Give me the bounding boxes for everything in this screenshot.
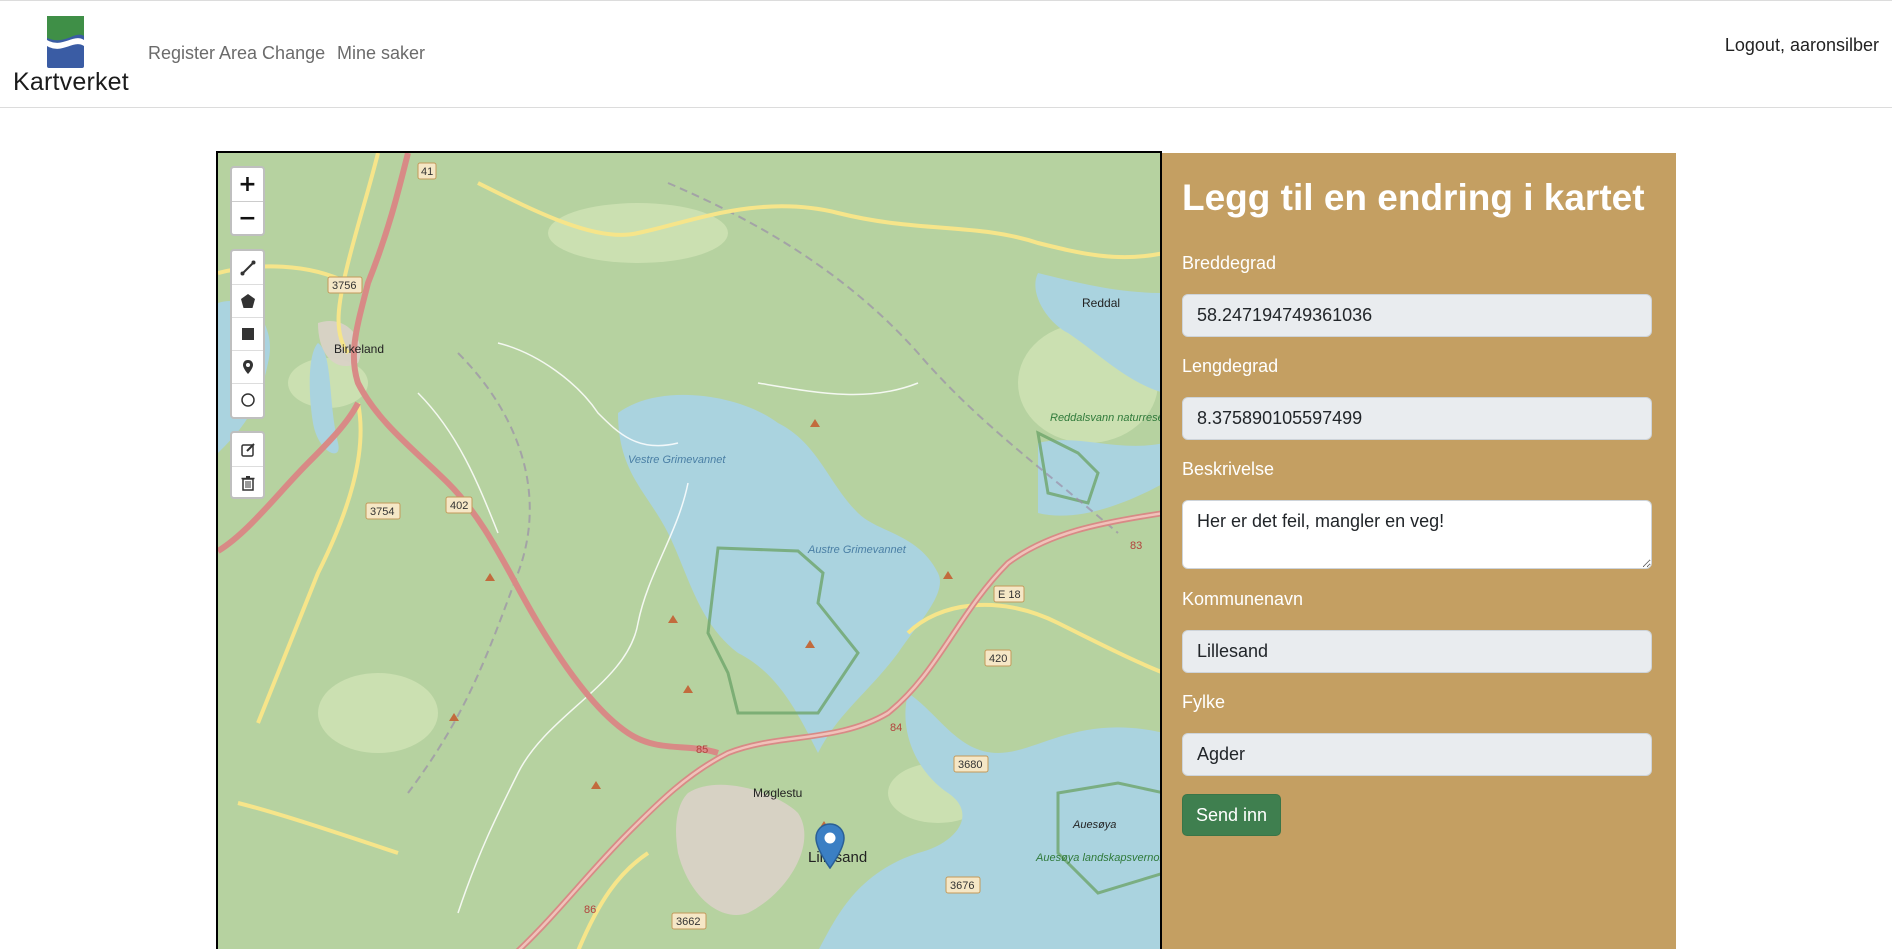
lake-vestre-grimevannet: Vestre Grimevannet [628, 454, 726, 466]
draw-circle-button[interactable] [232, 383, 263, 416]
municipality-label: Kommunenavn [1182, 589, 1304, 609]
road-shield-402: 402 [445, 496, 473, 514]
county-label: Fylke [1182, 692, 1226, 712]
longitude-input[interactable] [1182, 397, 1652, 440]
rectangle-icon [241, 328, 254, 340]
edit-icon [240, 442, 255, 457]
svg-text:3680: 3680 [958, 759, 982, 771]
svg-text:E 18: E 18 [998, 589, 1021, 601]
nav-link-register-area-change[interactable]: Register Area Change [148, 43, 325, 64]
submit-button[interactable]: Send inn [1182, 794, 1281, 836]
svg-text:3756: 3756 [332, 280, 356, 292]
marker-icon [242, 360, 253, 374]
edit-toolbar [230, 431, 265, 499]
road-shield-3676: 3676 [945, 876, 981, 894]
place-auesoya: Auesøya [1072, 819, 1116, 831]
change-form-panel: Legg til en endring i kartet Breddegrad … [1162, 153, 1676, 949]
form-title: Legg til en endring i kartet [1182, 177, 1645, 218]
zoom-control: + − [230, 166, 265, 236]
lake-austre-grimevannet: Austre Grimevannet [807, 544, 907, 556]
edit-layers-button[interactable] [232, 433, 263, 466]
polyline-icon [240, 260, 255, 275]
latitude-label: Breddegrad [1182, 253, 1277, 273]
delete-layers-button[interactable] [232, 466, 263, 499]
road-number-83: 83 [1130, 540, 1142, 552]
top-navbar: Kartverket Register Area Change Mine sak… [0, 0, 1892, 108]
road-shield-3756: 3756 [327, 276, 363, 294]
road-number-86: 86 [584, 904, 596, 916]
brand-link[interactable]: Kartverket [13, 16, 129, 96]
draw-rectangle-button[interactable] [232, 317, 263, 350]
description-textarea[interactable]: Her er det feil, mangler en veg! [1182, 500, 1652, 569]
reserve-reddalsvann: Reddalsvann naturreservat [1050, 412, 1162, 424]
county-input[interactable] [1182, 733, 1652, 776]
svg-text:3754: 3754 [370, 506, 394, 518]
trash-icon [241, 476, 254, 491]
road-shield-3680: 3680 [953, 755, 989, 773]
road-shield-e18: E 18 [993, 585, 1025, 603]
svg-text:3662: 3662 [676, 916, 700, 928]
svg-text:420: 420 [989, 653, 1007, 665]
description-label: Beskrivelse [1182, 459, 1275, 479]
reserve-auesoya: Auesøya landskapsvernområde [1035, 852, 1162, 864]
zoom-out-button[interactable]: − [232, 201, 263, 234]
zoom-in-button[interactable]: + [232, 168, 263, 201]
draw-polyline-button[interactable] [232, 251, 263, 284]
road-number-85: 85 [696, 744, 708, 756]
svg-text:402: 402 [450, 500, 468, 512]
road-shield-3754: 3754 [365, 502, 401, 520]
map-tiles[interactable]: 41 3756 3754 402 E 18 420 3680 3676 3662… [218, 153, 1162, 949]
place-birkeland: Birkeland [334, 342, 384, 356]
draw-toolbar [230, 249, 265, 419]
map-view[interactable]: 41 3756 3754 402 E 18 420 3680 3676 3662… [216, 151, 1162, 949]
svg-text:3676: 3676 [950, 880, 974, 892]
svg-text:41: 41 [421, 166, 433, 178]
draw-polygon-button[interactable] [232, 284, 263, 317]
nav-link-mine-saker[interactable]: Mine saker [337, 43, 425, 64]
place-reddal: Reddal [1082, 296, 1120, 310]
kartverket-logo-icon [47, 16, 84, 68]
municipality-input[interactable] [1182, 630, 1652, 673]
longitude-label: Lengdegrad [1182, 356, 1279, 376]
brand-text: Kartverket [13, 68, 129, 96]
latitude-input[interactable] [1182, 294, 1652, 337]
road-shield-3662: 3662 [671, 912, 707, 930]
road-shield-420: 420 [984, 649, 1012, 667]
road-number-84: 84 [890, 722, 902, 734]
road-shield-41: 41 [417, 162, 437, 180]
draw-marker-button[interactable] [232, 350, 263, 383]
place-moglestu: Møglestu [753, 786, 802, 800]
circle-icon [240, 393, 255, 407]
polygon-icon [240, 294, 255, 308]
location-marker-icon[interactable] [815, 823, 845, 869]
logout-link[interactable]: Logout, aaronsilber [1725, 35, 1879, 56]
